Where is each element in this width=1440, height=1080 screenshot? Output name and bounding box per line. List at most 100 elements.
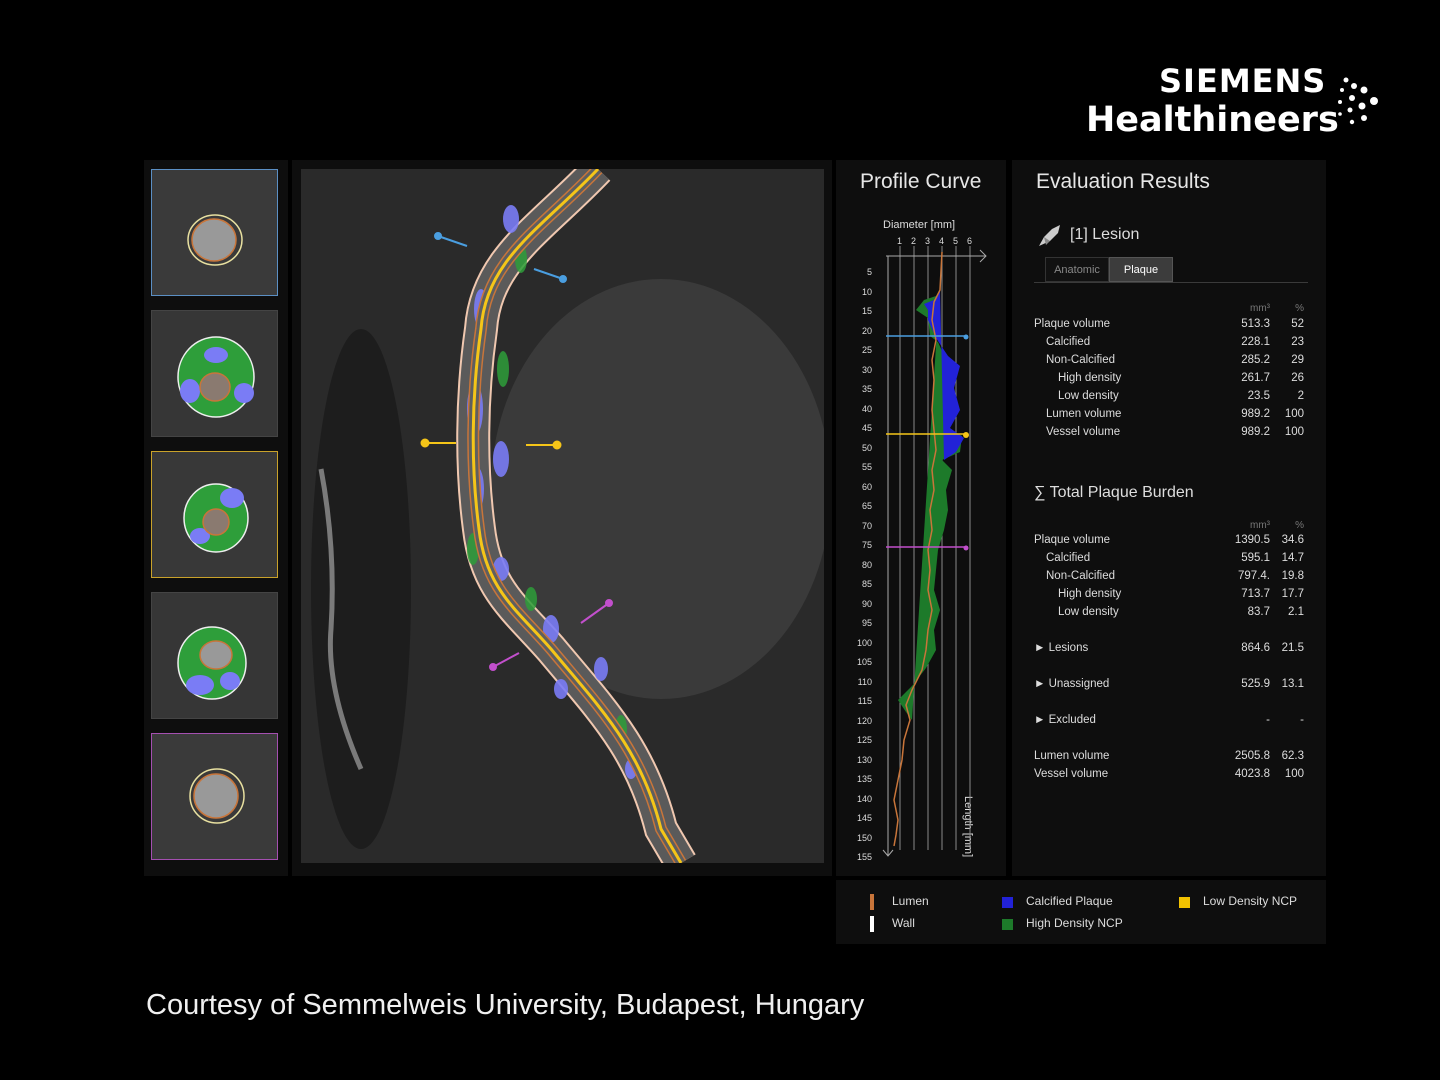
row-volume: 595.1 xyxy=(1241,552,1270,564)
row-percent: 100 xyxy=(1284,768,1304,780)
calcified-swatch xyxy=(1002,897,1013,908)
row-volume: 513.3 xyxy=(1241,318,1270,330)
low-density-swatch xyxy=(1179,897,1190,908)
row-percent: 21.5 xyxy=(1281,642,1304,654)
row-label: High density xyxy=(1058,372,1122,384)
row-volume: - xyxy=(1266,714,1270,726)
cross-section-4[interactable] xyxy=(151,592,278,719)
result-row: Non-Calcified 797.4. 19.8 xyxy=(1034,570,1304,588)
result-row: Low density 83.7 2.1 xyxy=(1034,606,1304,624)
result-row: Non-Calcified 285.2 29 xyxy=(1034,354,1304,372)
evaluation-results-panel: Evaluation Results [1] Lesion Anatomic P… xyxy=(1012,160,1326,876)
row-label: Lumen volume xyxy=(1046,408,1122,420)
brand-line-2: Healthineers xyxy=(1086,100,1339,140)
row-percent: 100 xyxy=(1284,408,1304,420)
result-row: Calcified 228.1 23 xyxy=(1034,336,1304,354)
row-label: Low density xyxy=(1058,606,1119,618)
siemens-healthineers-logo: SIEMENS Healthineers xyxy=(1086,62,1386,142)
expandable-row[interactable]: ► Excluded - - xyxy=(1034,714,1304,732)
high-density-swatch xyxy=(1002,919,1013,930)
row-volume: 864.6 xyxy=(1241,642,1270,654)
expandable-row[interactable]: ► Unassigned 525.9 13.1 xyxy=(1034,678,1304,696)
row-volume: 713.7 xyxy=(1241,588,1270,600)
row-volume: 261.7 xyxy=(1241,372,1270,384)
vessel-image[interactable] xyxy=(301,169,824,863)
row-percent: 23 xyxy=(1291,336,1304,348)
row-volume: 1390.5 xyxy=(1234,534,1270,546)
lesion-icon xyxy=(1039,225,1060,246)
profile-plot[interactable] xyxy=(836,160,1006,876)
legend-panel: Lumen Wall Calcified Plaque High Density… xyxy=(836,880,1326,944)
cross-section-3[interactable] xyxy=(151,451,278,578)
total-plaque-burden-title: ∑ Total Plaque Burden xyxy=(1034,484,1194,501)
row-label: ► Excluded xyxy=(1034,714,1096,726)
row-volume: 797.4. xyxy=(1238,570,1270,582)
result-row: Lumen volume 2505.8 62.3 xyxy=(1034,750,1304,768)
row-percent: 100 xyxy=(1284,426,1304,438)
dots-icon xyxy=(1338,77,1378,125)
courtesy-caption: Courtesy of Semmelweis University, Budap… xyxy=(146,989,865,1021)
row-volume: 989.2 xyxy=(1241,408,1270,420)
row-percent: 2.1 xyxy=(1288,606,1304,618)
row-percent: 19.8 xyxy=(1281,570,1304,582)
cross-section-5[interactable] xyxy=(151,733,278,860)
result-row: Vessel volume 989.2 100 xyxy=(1034,426,1304,444)
result-row: High density 713.7 17.7 xyxy=(1034,588,1304,606)
lesion-label: [1] Lesion xyxy=(1070,226,1140,243)
tab-divider xyxy=(1034,282,1308,283)
unit-mm3: mm³ xyxy=(1250,303,1270,314)
row-percent: 62.3 xyxy=(1281,750,1304,762)
expandable-row[interactable]: ► Lesions 864.6 21.5 xyxy=(1034,642,1304,660)
legend-wall: Wall xyxy=(892,916,915,930)
row-volume: 228.1 xyxy=(1241,336,1270,348)
lumen-swatch xyxy=(870,894,874,910)
row-percent: 52 xyxy=(1291,318,1304,330)
wall-swatch xyxy=(870,916,874,932)
result-row: Lumen volume 989.2 100 xyxy=(1034,408,1304,426)
cross-section-1[interactable] xyxy=(151,169,278,296)
row-percent: 17.7 xyxy=(1281,588,1304,600)
result-row: Calcified 595.1 14.7 xyxy=(1034,552,1304,570)
cross-section-2[interactable] xyxy=(151,310,278,437)
row-label: ► Lesions xyxy=(1034,642,1089,654)
legend-lumen: Lumen xyxy=(892,894,929,908)
unit-mm3: mm³ xyxy=(1250,520,1270,531)
row-volume: 285.2 xyxy=(1241,354,1270,366)
row-label: Calcified xyxy=(1046,336,1091,348)
brand-line-1: SIEMENS xyxy=(1159,62,1327,100)
row-volume: 4023.8 xyxy=(1234,768,1270,780)
row-volume: 2505.8 xyxy=(1234,750,1270,762)
row-label: Calcified xyxy=(1046,552,1091,564)
evaluation-title: Evaluation Results xyxy=(1036,170,1210,193)
row-volume: 23.5 xyxy=(1247,390,1270,402)
legend-high-density: High Density NCP xyxy=(1026,916,1123,930)
unit-pct: % xyxy=(1295,520,1304,531)
legend-low-density: Low Density NCP xyxy=(1203,894,1298,908)
row-volume: 525.9 xyxy=(1241,678,1270,690)
tab-plaque[interactable]: Plaque xyxy=(1109,257,1173,282)
row-label: Non-Calcified xyxy=(1046,354,1116,366)
row-percent: 14.7 xyxy=(1281,552,1304,564)
result-row: Plaque volume 513.3 52 xyxy=(1034,318,1304,336)
row-label: Vessel volume xyxy=(1034,768,1109,780)
unit-pct: % xyxy=(1295,303,1304,314)
row-percent: 26 xyxy=(1291,372,1304,384)
row-volume: 989.2 xyxy=(1241,426,1270,438)
row-label: Low density xyxy=(1058,390,1119,402)
result-row: Low density 23.5 2 xyxy=(1034,390,1304,408)
tab-anatomic[interactable]: Anatomic xyxy=(1045,257,1109,282)
row-percent: - xyxy=(1300,714,1304,726)
row-label: High density xyxy=(1058,588,1122,600)
result-row: High density 261.7 26 xyxy=(1034,372,1304,390)
result-row: Vessel volume 4023.8 100 xyxy=(1034,768,1304,786)
row-label: Lumen volume xyxy=(1034,750,1110,762)
curved-vessel-view xyxy=(292,160,832,876)
row-percent: 29 xyxy=(1291,354,1304,366)
cross-section-panel xyxy=(144,160,288,876)
row-percent: 2 xyxy=(1297,390,1304,402)
profile-curve-panel: Profile Curve Diameter [mm] 123456 5 10 15… xyxy=(836,160,1006,876)
row-label: Plaque volume xyxy=(1034,534,1111,546)
legend-calcified: Calcified Plaque xyxy=(1026,894,1113,908)
result-row: Plaque volume 1390.5 34.6 xyxy=(1034,534,1304,552)
row-volume: 83.7 xyxy=(1247,606,1270,618)
